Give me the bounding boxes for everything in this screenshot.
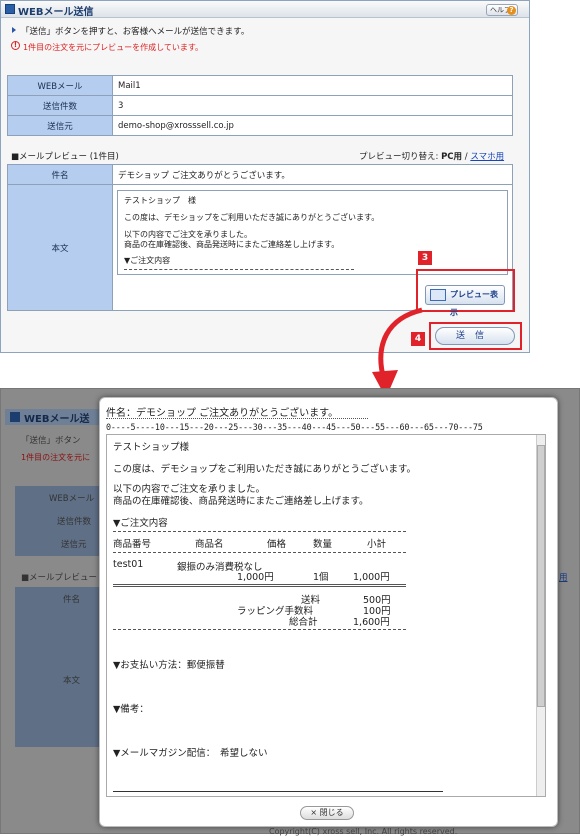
bg-row-label: 送信元 <box>61 540 87 550</box>
preview-icon <box>430 289 446 301</box>
table-row: 送信件数 3 <box>7 95 513 116</box>
close-button[interactable]: × 閉じる <box>300 806 354 820</box>
subject-label: 件名 <box>7 164 113 185</box>
mail-line: この度は、デモショップをご利用いただき誠にありがとうございます。 <box>113 464 417 475</box>
bg-title: WEBメール送 <box>24 414 90 425</box>
bg-subject-label: 件名 <box>63 595 81 605</box>
col-header: 商品番号 <box>113 539 152 550</box>
body-label: 本文 <box>7 184 113 311</box>
help-button[interactable]: ヘルプ? <box>486 4 518 16</box>
divider <box>113 531 406 532</box>
scrollbar[interactable] <box>536 435 545 796</box>
preview-modal: 件名：デモショップ ご注文ありがとうございます。 0----5----10---… <box>99 397 558 827</box>
col-header: 商品名 <box>195 539 224 550</box>
mail-body-preview[interactable]: テストショップ 様 この度は、デモショップをご利用いただき誠にありがとうございま… <box>117 190 508 275</box>
col-header: 数量 <box>313 539 333 550</box>
item-qty: 1個 <box>313 572 329 583</box>
webmail-panel: WEBメール送信 ヘルプ? 「送信」ボタンを押すと、お客様へメールが送信できます… <box>0 0 530 353</box>
table-row: 件名 デモショップ ご注文ありがとうございます。 <box>7 164 513 185</box>
help-icon: ? <box>507 6 516 15</box>
instruction-text: 「送信」ボタンを押すと、お客様へメールが送信できます。 <box>21 27 250 37</box>
bg-preview-heading: ■メールプレビュー <box>21 573 98 583</box>
preview-smartphone-link[interactable]: スマホ用 <box>470 152 504 162</box>
mail-text-area[interactable]: テストショップ様 この度は、デモショップをご利用いただき誠にありがとうございます… <box>106 434 546 797</box>
mail-line: ▼ご注文内容 <box>113 518 168 529</box>
total-label: 総合計 <box>289 617 318 628</box>
send-button[interactable]: 送信 <box>435 327 515 345</box>
col-header: 小計 <box>367 539 387 550</box>
total-value: 1,600円 <box>353 617 390 628</box>
bg-link: 用 <box>559 573 568 583</box>
row-value: demo-shop@xrosssell.co.jp <box>112 115 513 136</box>
payment-line: ▼お支払い方法：郵便振替 <box>113 660 225 671</box>
window-icon <box>5 4 15 14</box>
mail-info-table: WEBメール Mail1 送信件数 3 送信元 demo-shop@xrosssell… <box>7 75 513 136</box>
bg-preview-labels <box>15 587 101 747</box>
col-header: 価格 <box>267 539 287 550</box>
preview-switch: プレビュー切り替え: PC用 / スマホ用 <box>359 150 504 162</box>
close-label: 閉じる <box>319 808 344 817</box>
subject-underline <box>106 418 368 419</box>
preview-separator: / <box>464 152 468 162</box>
close-icon: × <box>310 808 318 817</box>
body-line: この度は、デモショップをご利用いただき誠にありがとうございます。 <box>124 213 380 222</box>
divider <box>113 552 406 553</box>
preview-pc-option[interactable]: PC用 <box>441 152 462 162</box>
divider <box>124 269 354 270</box>
scrollbar-thumb[interactable] <box>537 445 545 707</box>
divider <box>113 584 406 587</box>
row-value: 3 <box>112 95 513 116</box>
bullet-arrow-icon <box>12 27 16 33</box>
bg-row-label: WEBメール <box>49 494 95 504</box>
modal-subject: 件名：デモショップ ご注文ありがとうございます。 <box>106 408 339 419</box>
preview-button-label: プレビュー表示 <box>450 290 498 317</box>
bg-row-label: 送信件数 <box>57 517 92 527</box>
row-value: Mail1 <box>112 75 513 96</box>
page-title: WEBメール送信 <box>18 7 94 18</box>
divider <box>113 629 406 630</box>
title-bar: WEBメール送信 ヘルプ? <box>1 1 529 18</box>
warning-icon: ! <box>11 41 20 50</box>
divider <box>113 791 443 792</box>
mail-line: テストショップ様 <box>113 442 190 453</box>
table-row: 送信元 demo-shop@xrosssell.co.jp <box>7 115 513 136</box>
remarks-line: ▼備考： <box>113 704 149 715</box>
item-subtotal: 1,000円 <box>353 572 390 583</box>
step-badge-3: 3 <box>418 251 432 265</box>
row-label: 送信件数 <box>7 95 113 116</box>
body-line: 商品の在庫確認後、商品発送時にまたご連絡差し上げます。 <box>124 240 340 249</box>
row-label: 送信元 <box>7 115 113 136</box>
magazine-line: ▼メールマガジン配信： 希望しない <box>113 748 268 759</box>
preview-switch-label: プレビュー切り替え: <box>359 152 439 162</box>
bg-warning: 1件目の注文を元に <box>21 453 91 462</box>
body-line: ▼ご注文内容 <box>124 256 171 265</box>
preview-button[interactable]: プレビュー表示 <box>425 285 505 317</box>
body-line: テストショップ 様 <box>124 196 196 205</box>
table-row: WEBメール Mail1 <box>7 75 513 96</box>
bg-window-icon <box>10 412 20 422</box>
item-price: 1,000円 <box>237 572 274 583</box>
row-label: WEBメール <box>7 75 113 96</box>
bg-footer: Copyright(C) xross sell, Inc. All rights… <box>269 827 458 836</box>
item-code: test01 <box>113 559 144 570</box>
preview-heading: ■メールプレビュー (1件目) <box>11 152 119 162</box>
bg-instruction: 「送信」ボタン <box>21 436 81 446</box>
subject-value: デモショップ ご注文ありがとうございます。 <box>112 164 513 185</box>
mail-line: 商品の在庫確認後、商品発送時にまたご連絡差し上げます。 <box>113 496 369 507</box>
bg-body-label: 本文 <box>63 676 81 686</box>
column-ruler: 0----5----10---15---20---25---30---35---… <box>106 422 483 432</box>
warning-text: 1件目の注文を元にプレビューを作成しています。 <box>23 43 204 52</box>
